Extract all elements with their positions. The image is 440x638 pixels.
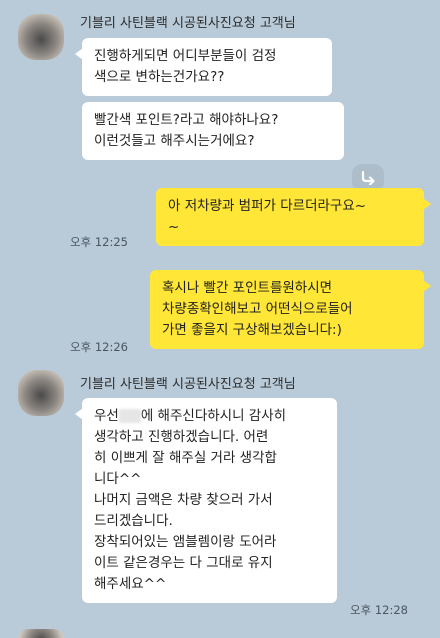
- blurred-text: [118, 409, 141, 423]
- sender-name: 기블리 사틴블랙 시공된사진요청 고객님: [80, 377, 296, 392]
- outgoing-message-bubble[interactable]: 아 저차량과 범퍼가 다르더라구요~ ~: [156, 188, 431, 246]
- sender-name: 기블리 사틴블랙 시공된사진요청 고객님: [80, 16, 296, 31]
- avatar[interactable]: [18, 629, 64, 638]
- incoming-message-bubble[interactable]: 진행하게되면 어디부분들이 검정 색으로 변하는건가요??: [75, 38, 332, 96]
- message-timestamp: 오후 12:28: [350, 603, 408, 617]
- outgoing-message-bubble[interactable]: 혹시나 빨간 포인트를원하시면 차량종확인해보고 어떤식으로들어 가면 좋을지 …: [150, 270, 431, 349]
- message-text-start: 우선: [94, 408, 119, 424]
- incoming-message-bubble[interactable]: 우선 에 해주신다하시니 감사히 생각하고 진행하겠습니다. 어련 히 이쁘게 잘…: [75, 398, 337, 603]
- message-timestamp: 오후 12:25: [70, 235, 128, 249]
- share-arrow-icon: [361, 171, 375, 185]
- avatar[interactable]: [18, 370, 64, 416]
- message-timestamp: 오후 12:26: [70, 340, 128, 354]
- avatar[interactable]: [18, 14, 64, 60]
- message-text-rest: 에 해주신다하시니 감사히 생각하고 진행하겠습니다. 어련 히 이쁘게 잘 해…: [94, 408, 287, 592]
- incoming-message-bubble[interactable]: 빨간색 포인트?라고 해야하나요? 이런것들고 해주시는거에요?: [82, 102, 344, 160]
